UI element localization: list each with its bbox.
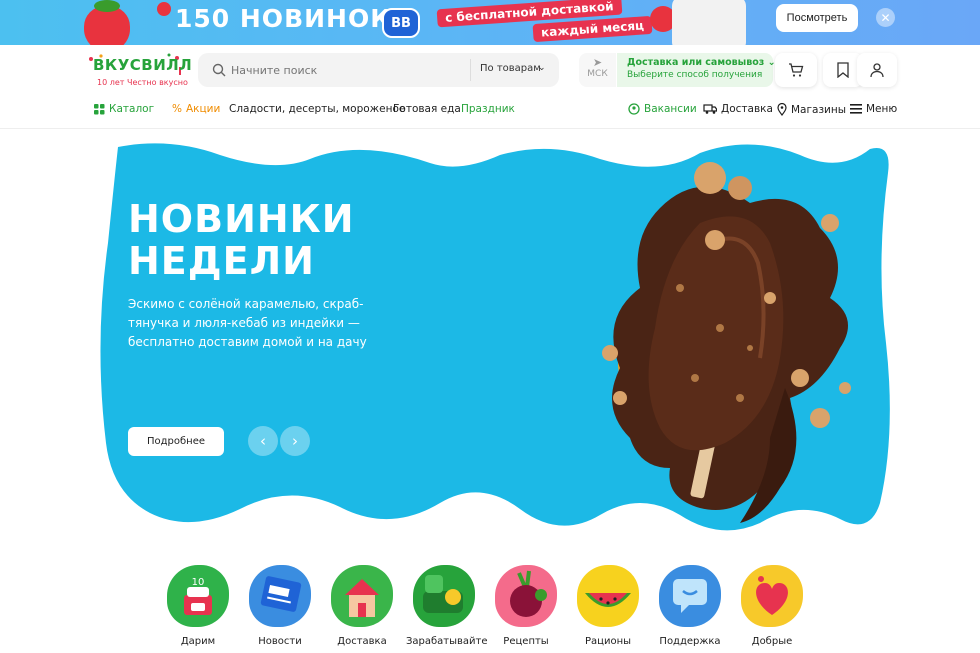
category-label: Зарабатывайте [406,636,488,647]
logo[interactable]: ВКУСВИЛЛ 10 лет Честно вкусно [87,53,192,95]
delivery-subtitle: Выберите способ получения [627,70,763,80]
hamburger-menu-icon [850,104,862,114]
newspaper-icon [249,565,311,627]
coin-wallet-icon [413,565,475,627]
beet-icon [495,565,557,627]
nav-delivery[interactable]: Доставка [703,103,773,115]
truck-icon [703,104,717,114]
category-support[interactable]: Поддержка [652,560,728,647]
category-rations[interactable]: Рационы [570,560,646,647]
vv-badge: ВВ [382,8,420,38]
promo-tagline: каждый месяц [532,15,653,43]
strawberry-image [84,0,130,45]
hero-more-button[interactable]: Подробнее [128,427,224,456]
hero-title: НОВИНКИ НЕДЕЛИ [128,198,355,282]
category-earn[interactable]: Зарабатывайте [406,560,488,647]
category-label: Добрые [751,636,793,647]
watermelon-icon [577,565,639,627]
delivery-title: Доставка или самовывоз [627,57,765,68]
promo-view-button[interactable]: Посмотреть [776,4,858,32]
hero-description: Эскимо с солёной карамелью, скраб-тянучк… [128,297,367,349]
hero-slider[interactable]: НОВИНКИ НЕДЕЛИ Эскимо с солёной карамель… [100,143,890,536]
bookmark-icon [837,62,849,78]
category-label: Рационы [584,636,631,647]
percent-icon: % [172,103,182,115]
category-news[interactable]: Новости [242,560,318,647]
site-header: ВКУСВИЛЛ 10 лет Честно вкусно По товарам… [0,45,980,129]
chat-icon [659,565,721,627]
yogurt-cup-image [672,0,746,45]
chevron-left-icon: ‹ [260,432,266,450]
category-delivery[interactable]: Доставка [324,560,400,647]
nav-vacancies-label: Вакансии [644,103,697,115]
nav-ready-food[interactable]: Готовая еда [393,103,461,115]
logo-wordmark: ВКУСВИЛЛ [93,56,193,74]
category-recipes[interactable]: Рецепты [488,560,564,647]
nav-catalog[interactable]: Каталог [94,103,154,115]
delivery-selector[interactable]: Доставка или самовывоз ⌄ Выберите способ… [617,53,776,87]
hero-title-line: НЕДЕЛИ [128,239,315,283]
logo-subtitle: 10 лет Честно вкусно [97,78,188,87]
nav-catalog-label: Каталог [109,103,155,115]
chevron-right-icon: › [292,432,298,450]
location-arrow-icon: ➤ [592,56,603,69]
nav-shops-label: Магазины [791,103,847,116]
nav-menu[interactable]: Меню [850,103,897,115]
promo-title: 150 НОВИНОК [175,4,392,33]
city-label: МСК [587,69,608,79]
nav-delivery-label: Доставка [721,103,773,115]
location-button[interactable]: ➤ МСК [579,53,616,87]
nav-vacancies[interactable]: Вакансии [628,103,697,115]
nav-holiday[interactable]: Праздник [461,103,515,115]
hero-title-line: НОВИНКИ [128,197,355,241]
gift-cake-icon: 10 [167,565,229,627]
strawberry-image [157,2,171,16]
category-label: Дарим [180,636,216,647]
grid-icon [94,103,105,114]
category-label: Доставка [337,636,387,647]
category-label: Новости [258,636,302,647]
slider-prev-button[interactable]: ‹ [248,426,278,456]
heart-icon [741,565,803,627]
profile-button[interactable] [857,53,897,87]
promo-banner[interactable]: 150 НОВИНОК ВВ с бесплатной доставкой ка… [0,0,980,45]
user-icon [870,63,884,78]
category-shortcuts: 10 Дарим Новости Доставка Зарабатывайте … [160,560,840,653]
chevron-down-icon[interactable]: ⌄ [538,63,546,73]
category-label: Поддержка [659,636,721,647]
category-gifts[interactable]: 10 Дарим [160,560,236,647]
house-icon [331,565,393,627]
slider-next-button[interactable]: › [280,426,310,456]
category-label: Рецепты [503,636,549,647]
main-nav: Каталог % Акции Сладости, десерты, морож… [0,103,980,123]
map-pin-icon [777,103,787,116]
nav-promos-label: Акции [185,103,221,115]
nav-menu-label: Меню [866,103,898,115]
nav-shops[interactable]: Магазины [777,103,846,116]
nav-sweets[interactable]: Сладости, десерты, мороженое [229,103,405,115]
search-input[interactable] [231,60,461,80]
ice-cream-image [602,162,851,523]
svg-text:10: 10 [192,577,205,588]
nav-promos[interactable]: % Акции [172,103,220,115]
search-person-icon [628,103,640,115]
search-bar[interactable]: По товарам ⌄ [198,53,559,87]
cart-button[interactable] [775,53,817,87]
search-scope-select[interactable]: По товарам [480,63,541,74]
cart-icon [789,63,804,77]
search-icon [212,63,226,77]
close-icon[interactable]: ✕ [876,8,895,27]
category-kind[interactable]: Добрые [734,560,810,647]
